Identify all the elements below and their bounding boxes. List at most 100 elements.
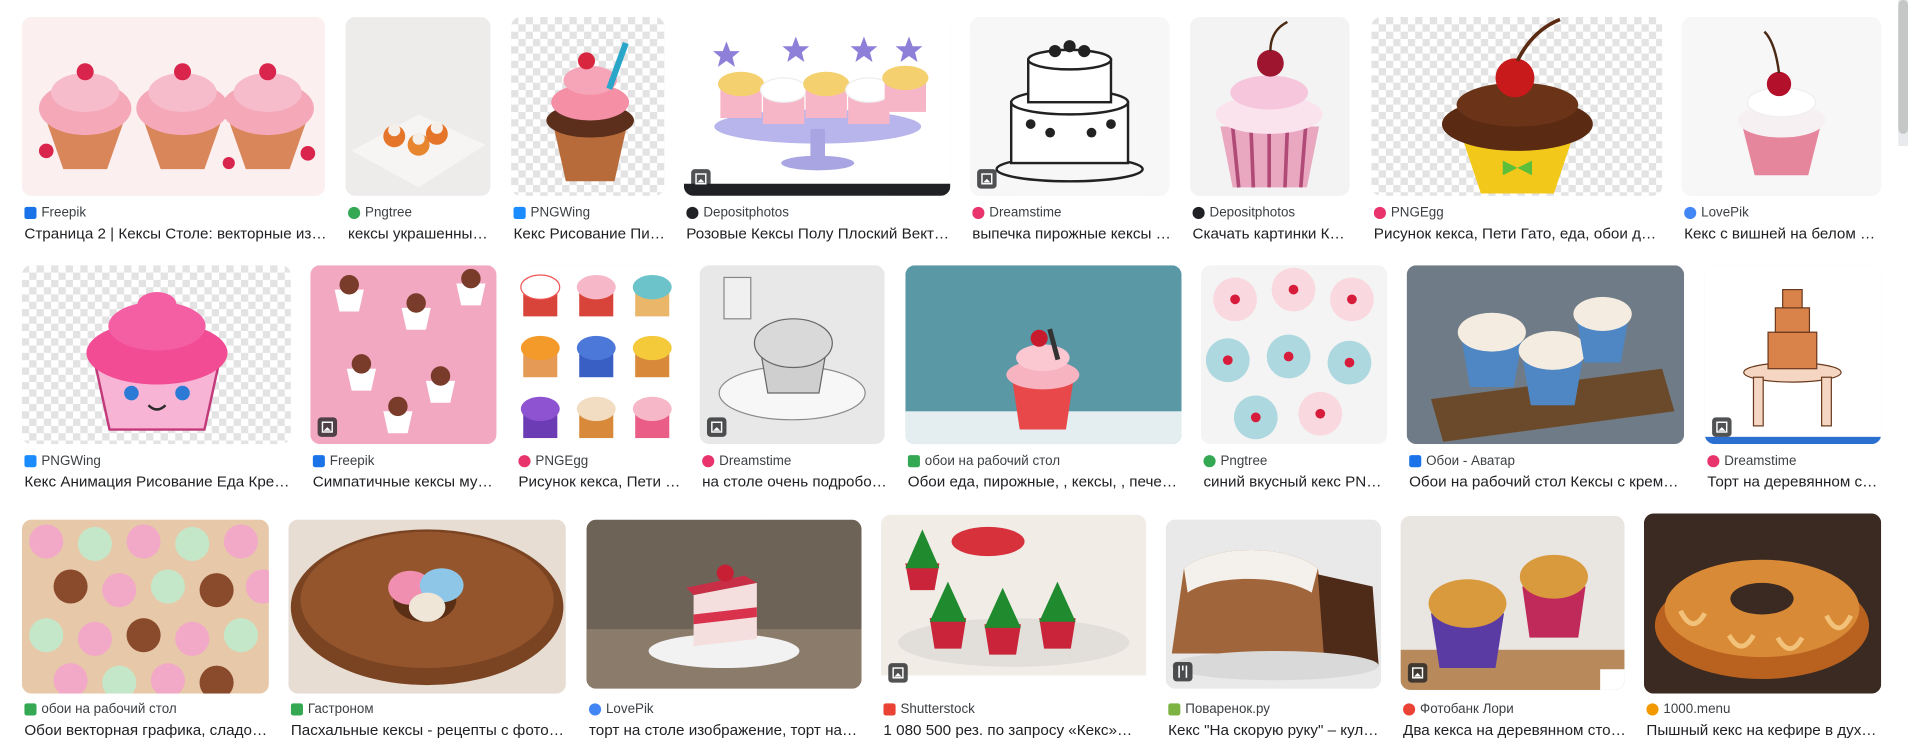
pngegg-icon [518,455,531,468]
result-thumbnail[interactable] [1704,265,1882,445]
result-source[interactable]: PNGEgg [1391,206,1444,221]
gastronom-icon [290,703,303,716]
result-title[interactable]: Скачать картинки К… [1193,224,1352,245]
recipe-icon [1173,661,1193,682]
result-title[interactable]: Два кекса на деревянном сто… [1403,720,1627,741]
result-title[interactable]: Пышный кекс на кефире в духо… [1646,720,1883,741]
result-thumbnail[interactable] [1681,17,1882,196]
result-source[interactable]: Pngtree [1220,454,1267,469]
result-title[interactable]: Обои еда, пирожные, , кексы, , печен… [908,472,1184,493]
result-source[interactable]: Обои - Аватар [1426,454,1515,469]
result-thumbnail[interactable] [1190,17,1350,196]
lori-icon [1403,703,1416,716]
result-title[interactable]: Кекс "На скорую руку" – кул… [1168,720,1383,741]
result-thumbnail[interactable] [1406,265,1685,445]
avatar-icon [1409,455,1422,468]
cake-sketch-image [969,17,1170,196]
lovepik-icon [1684,206,1697,220]
wallpaper-icon [907,455,920,468]
result-source[interactable]: Фотобанк Лори [1420,702,1514,717]
result-source[interactable]: Гастроном [308,702,374,717]
dreamstime-icon [972,206,985,220]
result-thumbnail[interactable] [515,265,679,445]
result-title[interactable]: кексы украшенны… [348,224,493,245]
pink-cupcake-image [511,17,665,196]
result-source[interactable]: PNGEgg [535,454,588,469]
result-thumbnail[interactable] [288,519,566,694]
result-title[interactable]: Обои на рабочий стол Кексы с кремо… [1409,472,1686,493]
result-source[interactable]: Shutterstock [900,702,974,717]
result-thumbnail[interactable] [21,519,269,694]
result-title[interactable]: Торт на деревянном с… [1707,472,1883,493]
result-thumbnail[interactable] [1400,515,1625,690]
cupcake-stand-image [683,17,951,196]
christmas-cupcakes-image [880,514,1147,690]
result-source[interactable]: Freepik [330,454,375,469]
result-thumbnail[interactable] [1201,265,1388,445]
result-title[interactable]: на столе очень подробо… [702,472,887,493]
scrollbar-thumb[interactable] [1898,0,1908,134]
result-title[interactable]: Кекс Анимация Рисование Еда Кре… [24,472,293,493]
result-thumbnail[interactable] [310,265,497,445]
result-thumbnail[interactable] [683,17,951,196]
result-thumbnail[interactable] [21,265,291,445]
result-source[interactable]: PNGWing [41,454,101,469]
result-title[interactable]: Симпатичные кексы му… [313,472,499,493]
result-title[interactable]: Рисунок кекса, Пети … [518,472,681,493]
depositphotos-icon [1192,206,1205,220]
vertical-scrollbar[interactable] [1898,0,1908,147]
result-thumbnail[interactable] [1371,17,1663,196]
result-thumbnail[interactable] [1643,513,1882,694]
result-title[interactable]: Страница 2 | Кексы Столе: векторные из… [24,224,327,245]
result-title[interactable]: Рисунок кекса, Пети Гато, еда, обои дл… [1374,224,1665,245]
result-source[interactable]: обои на рабочий стол [925,454,1060,469]
dreamstime-icon [1707,455,1720,468]
cupcakes-wooden-board-image [1406,265,1685,445]
result-title[interactable]: выпечка пирожные кексы … [972,224,1172,245]
cherry-cupcake-white-image [1681,17,1882,196]
result-source[interactable]: PNGWing [531,206,591,221]
result-thumbnail[interactable] [880,514,1147,690]
result-title[interactable]: Пасхальные кексы - рецепты с фото… [291,720,568,741]
result-source[interactable]: LovePik [1701,206,1749,221]
cartoon-cupcake-image [21,265,291,445]
freepik-icon [24,206,37,220]
result-source[interactable]: LovePik [606,702,654,717]
result-thumbnail[interactable] [905,265,1182,445]
result-thumbnail[interactable] [969,17,1170,196]
image-type-icon [317,417,338,437]
result-thumbnail[interactable] [21,17,325,196]
result-thumbnail[interactable] [699,265,885,445]
dreamstime-icon [702,455,715,468]
result-thumbnail[interactable] [1165,519,1382,689]
result-title[interactable]: Кекс Рисование Пи… [514,224,667,245]
result-source[interactable]: Dreamstime [989,206,1061,221]
result-source[interactable]: обои на рабочий стол [41,702,176,717]
sugar-cake-image [1165,519,1382,689]
result-source[interactable]: Поваренок.ру [1185,702,1270,717]
result-title[interactable]: 1 080 500 рез. по запросу «Кекс»… [883,720,1148,741]
result-source[interactable]: Dreamstime [719,454,791,469]
cupcakes-hearts-top-image [1201,265,1388,445]
result-title[interactable]: синий вкусный кекс PN… [1203,472,1389,493]
result-source[interactable]: 1000.menu [1663,702,1730,717]
image-type-icon [1712,417,1732,437]
pngtree-icon [1203,455,1216,468]
result-source[interactable]: Freepik [41,206,86,221]
wallpaper-icon [24,703,37,716]
result-title[interactable]: торт на столе изображение, торт на… [589,720,864,741]
povarenok-icon [1168,703,1181,716]
result-title[interactable]: Розовые Кексы Полу Плоский Векто… [686,224,952,245]
result-source[interactable]: Dreamstime [1724,454,1796,469]
result-thumbnail[interactable] [586,519,862,689]
lovepik-icon [588,703,602,716]
result-title[interactable]: Обои векторная графика, сладо… [24,720,271,741]
result-thumbnail[interactable] [345,17,491,196]
result-title[interactable]: Кекс с вишней на белом … [1684,224,1884,245]
result-source[interactable]: Depositphotos [703,206,789,221]
result-source[interactable]: Pngtree [365,206,412,221]
result-thumbnail[interactable] [511,17,665,196]
cupcake-teal-background-image [905,265,1182,445]
result-source[interactable]: Depositphotos [1210,206,1296,221]
cupcake-pattern-pink-image [310,265,497,445]
